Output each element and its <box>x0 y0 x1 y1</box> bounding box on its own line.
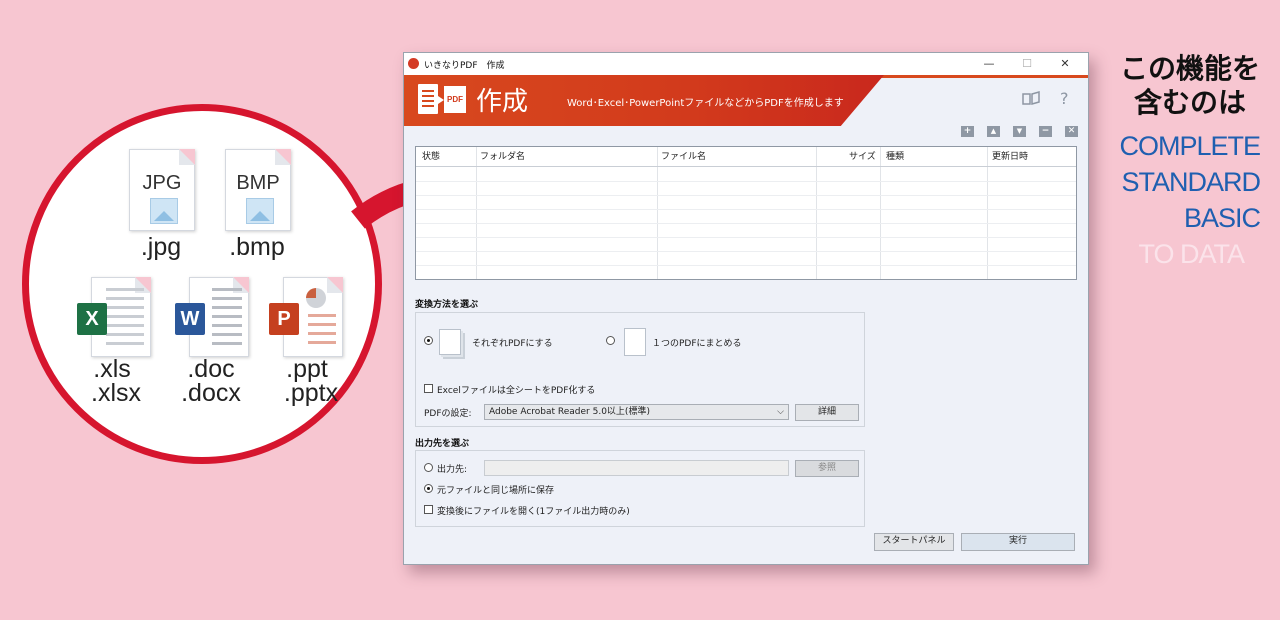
pdf-setting-label: PDFの設定: <box>424 409 472 419</box>
pdf-setting-select[interactable]: Adobe Acrobat Reader 5.0以上(標準) ⌵ <box>484 404 789 420</box>
excel-extension-xlsx: .xlsx <box>91 379 141 407</box>
file-types-circle: JPG .jpg BMP .bmp X .xls .xlsx W .doc .d… <box>22 104 382 464</box>
app-icon <box>408 58 419 69</box>
column-size[interactable]: サイズ <box>849 149 876 162</box>
radio-each-pdf[interactable] <box>424 336 433 345</box>
app-window: いきなりPDF 作成 — ☐ ✕ PDF 作成 Word･Excel･Power… <box>403 52 1089 565</box>
feature-heading: この機能を 含むのは <box>1110 52 1270 120</box>
banner-title: 作成 <box>476 87 529 117</box>
details-button[interactable]: 詳細 <box>795 404 859 421</box>
file-list-table[interactable]: 状態 フォルダ名 ファイル名 サイズ 種類 更新日時 <box>415 146 1077 280</box>
word-badge: W <box>175 303 205 335</box>
word-extension-docx: .docx <box>181 379 241 407</box>
excel-extension-xls: .xls <box>93 355 131 383</box>
book-icon[interactable] <box>1022 91 1040 109</box>
start-panel-button[interactable]: スタートパネル <box>874 533 954 551</box>
output-dest-field[interactable] <box>484 460 789 476</box>
remove-file-button[interactable]: − <box>1039 126 1052 137</box>
bmp-extension: .bmp <box>229 233 285 261</box>
excel-all-sheets-checkbox[interactable] <box>424 384 433 393</box>
single-page-icon <box>624 328 646 356</box>
window-title: いきなりPDF 作成 <box>424 61 505 71</box>
column-folder[interactable]: フォルダ名 <box>480 149 525 162</box>
edition-basic: BASIC <box>1183 203 1261 233</box>
browse-button[interactable]: 参照 <box>795 460 859 477</box>
bmp-file-icon: BMP .bmp <box>225 149 291 269</box>
bmp-type-label: BMP <box>236 172 280 194</box>
header-banner: PDF 作成 Word･Excel･PowerPointファイルなどからPDFを… <box>404 75 1088 126</box>
move-down-button[interactable]: ▼ <box>1013 126 1026 137</box>
jpg-type-label: JPG <box>142 172 182 194</box>
edition-complete: COMPLETE <box>1119 131 1261 161</box>
maximize-button[interactable]: ☐ <box>1008 54 1046 74</box>
radio-combine-pdf[interactable] <box>606 336 615 345</box>
pdf-icon: PDF <box>444 86 466 113</box>
powerpoint-file-icon: P .ppt .pptx <box>269 277 359 417</box>
column-filename[interactable]: ファイル名 <box>661 149 706 162</box>
same-location-label[interactable]: 元ファイルと同じ場所に保存 <box>437 483 554 496</box>
close-button[interactable]: ✕ <box>1046 54 1084 74</box>
powerpoint-extension-ppt: .ppt <box>286 355 328 383</box>
output-heading: 出力先を選ぶ <box>415 439 470 449</box>
excel-all-sheets-label[interactable]: Excelファイルは全シートをPDF化する <box>437 383 595 396</box>
banner-subtitle: Word･Excel･PowerPointファイルなどからPDFを作成します <box>567 98 844 109</box>
image-thumbnail-icon <box>150 198 178 224</box>
radio-output-dest[interactable] <box>424 463 433 472</box>
conversion-group: それぞれPDFにする １つのPDFにまとめる Excelファイルは全シートをPD… <box>415 312 865 427</box>
column-modified[interactable]: 更新日時 <box>992 149 1028 162</box>
word-extension-doc: .doc <box>187 355 235 383</box>
column-type[interactable]: 種類 <box>886 149 904 162</box>
feature-heading-line2: 含むのは <box>1133 86 1246 119</box>
help-icon[interactable]: ? <box>1060 89 1069 108</box>
feature-heading-line1: この機能を <box>1119 52 1260 85</box>
edition-standard: STANDARD <box>1121 167 1261 197</box>
clear-list-button[interactable]: ✕ <box>1065 126 1078 137</box>
open-after-checkbox[interactable] <box>424 505 433 514</box>
title-bar[interactable]: いきなりPDF 作成 — ☐ ✕ <box>404 53 1088 75</box>
word-file-icon: W .doc .docx <box>171 277 261 417</box>
move-up-button[interactable]: ▲ <box>987 126 1000 137</box>
powerpoint-badge: P <box>269 303 299 335</box>
jpg-extension: .jpg <box>140 233 182 261</box>
output-group: 出力先: 参照 元ファイルと同じ場所に保存 変換後にファイルを開く(1ファイル出… <box>415 450 865 527</box>
open-after-label[interactable]: 変換後にファイルを開く(1ファイル出力時のみ) <box>437 504 630 517</box>
powerpoint-extension-pptx: .pptx <box>283 379 339 407</box>
document-icon <box>418 84 438 114</box>
excel-file-icon: X .xls .xlsx <box>77 277 157 417</box>
minimize-button[interactable]: — <box>970 54 1008 74</box>
column-status[interactable]: 状態 <box>422 149 440 162</box>
output-dest-label[interactable]: 出力先: <box>437 462 467 475</box>
option-combine-label[interactable]: １つのPDFにまとめる <box>652 336 742 349</box>
run-button[interactable]: 実行 <box>961 533 1075 551</box>
radio-same-location[interactable] <box>424 484 433 493</box>
pdf-setting-value: Adobe Acrobat Reader 5.0以上(標準) <box>489 407 650 417</box>
edition-to-data: TO DATA <box>1138 239 1245 269</box>
image-thumbnail-icon <box>246 198 274 224</box>
jpg-file-icon: JPG .jpg <box>129 149 195 269</box>
multiple-pages-icon <box>439 329 461 355</box>
option-each-label[interactable]: それぞれPDFにする <box>472 336 553 349</box>
add-file-button[interactable]: + <box>961 126 974 137</box>
excel-badge: X <box>77 303 107 335</box>
chevron-down-icon: ⌵ <box>777 407 784 417</box>
conversion-heading: 変換方法を選ぶ <box>415 300 479 310</box>
